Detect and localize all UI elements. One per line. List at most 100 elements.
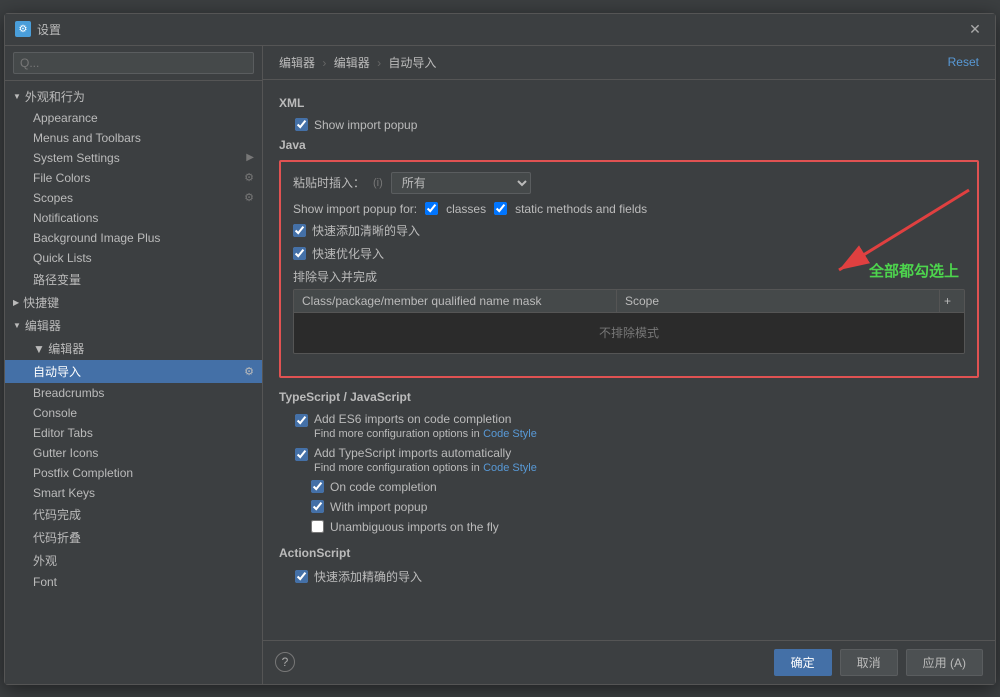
table-empty-text: 不排除模式 [599,324,659,341]
sidebar-item-code-completion[interactable]: 代码完成 [5,503,262,526]
section-label: 快捷键 [23,294,59,311]
java-section: 粘贴时插入： (i) 所有 部分 无 Show import popup for… [279,160,979,378]
import-popup-label: Show import popup for: [293,202,417,216]
sidebar-item-path-vars[interactable]: 路径变量 [5,268,262,291]
sidebar-item-console[interactable]: Console [5,403,262,423]
cancel-button[interactable]: 取消 [840,649,898,676]
sidebar-item-appearance[interactable]: Appearance [5,108,262,128]
ts-section-header: TypeScript / JavaScript [279,390,979,404]
gear-icon: ⚙ [244,191,254,204]
sidebar-item-breadcrumbs[interactable]: Breadcrumbs [5,383,262,403]
as-row: 快速添加精确的导入 [279,568,979,585]
static-methods-checkbox[interactable] [494,202,507,215]
settings-window: ⚙ 设置 ✕ ▼ 外观和行为 Appearance Menus and Tool… [4,13,996,685]
as-section-header: ActionScript [279,546,979,560]
sidebar-item-quick-lists[interactable]: Quick Lists [5,248,262,268]
apply-button[interactable]: 应用 (A) [906,649,983,676]
sidebar-item-notifications[interactable]: Notifications [5,208,262,228]
on-code-completion-label: On code completion [330,480,437,494]
es6-checkbox[interactable] [295,414,308,427]
ts-sublabel: Find more configuration options in Code … [314,460,537,474]
show-import-popup-checkbox[interactable] [295,118,308,131]
sidebar-section-shortcuts[interactable]: ▶ 快捷键 [5,291,262,314]
quick-add-checkbox[interactable] [293,224,306,237]
static-methods-label: static methods and fields [515,202,647,216]
main-content: ▼ 外观和行为 Appearance Menus and Toolbars Sy… [5,46,995,684]
paste-insert-info: (i) [373,177,383,189]
expand-arrow: ▶ [246,152,254,163]
java-section-wrapper: 粘贴时插入： (i) 所有 部分 无 Show import popup for… [279,160,979,378]
show-import-popup-row: Show import popup [279,118,979,132]
es6-import-row: Add ES6 imports on code completion Find … [279,412,979,440]
es6-sublabel: Find more configuration options in Code … [314,426,537,440]
sidebar-section-appearance-behavior[interactable]: ▼ 外观和行为 [5,85,262,108]
as-label: 快速添加精确的导入 [314,568,422,585]
sidebar-item-postfix-completion[interactable]: Postfix Completion [5,463,262,483]
classes-label: classes [446,202,486,216]
sidebar-item-gutter-icons[interactable]: Gutter Icons [5,443,262,463]
gear-icon: ⚙ [244,171,254,184]
sidebar-item-system-settings[interactable]: System Settings ▶ [5,148,262,168]
sidebar-item-file-colors[interactable]: File Colors ⚙ [5,168,262,188]
sidebar-item-code-folding[interactable]: 代码折叠 [5,526,262,549]
quick-add-label: 快速添加清晰的导入 [312,222,420,239]
sidebar-item-background-image[interactable]: Background Image Plus [5,228,262,248]
sidebar-item-editor-sub[interactable]: ▼ 编辑器 [5,337,262,360]
import-popup-row: Show import popup for: classes static me… [293,202,965,216]
sidebar-item-appearance-sub[interactable]: 外观 [5,549,262,572]
add-row-button[interactable]: + [940,290,964,312]
ts-section: Add ES6 imports on code completion Find … [279,412,979,534]
nav-tree: ▼ 外观和行为 Appearance Menus and Toolbars Sy… [5,81,262,684]
ts-checkbox[interactable] [295,448,308,461]
quick-optimize-checkbox[interactable] [293,247,306,260]
sidebar-item-scopes[interactable]: Scopes ⚙ [5,188,262,208]
app-icon: ⚙ [15,21,31,37]
paste-insert-row: 粘贴时插入： (i) 所有 部分 无 [293,172,965,194]
sidebar-item-smart-keys[interactable]: Smart Keys [5,483,262,503]
with-import-popup-label: With import popup [330,500,427,514]
section-label: 编辑器 [25,317,61,334]
ts-label-block: Add TypeScript imports automatically Fin… [314,446,537,474]
sidebar-item-menus-toolbars[interactable]: Menus and Toolbars [5,128,262,148]
es6-code-style-link[interactable]: Code Style [483,428,537,440]
ts-sub-section: On code completion With import popup Una… [279,480,979,534]
gear-icon: ⚙ [244,365,254,378]
paste-insert-select[interactable]: 所有 部分 无 [391,172,531,194]
table-header: Class/package/member qualified name mask… [294,290,964,313]
on-code-completion-row: On code completion [311,480,979,494]
sidebar: ▼ 外观和行为 Appearance Menus and Toolbars Sy… [5,46,263,684]
ok-button[interactable]: 确定 [774,649,832,676]
table-body: 不排除模式 [294,313,964,353]
classes-checkbox[interactable] [425,202,438,215]
xml-section-header: XML [279,96,979,110]
unambiguous-checkbox[interactable] [311,520,324,533]
table-col1: Class/package/member qualified name mask [294,290,617,312]
ts-code-style-link[interactable]: Code Style [483,462,537,474]
breadcrumb: 编辑器 › 编辑器 › 自动导入 [279,54,436,71]
ts-import-row: Add TypeScript imports automatically Fin… [279,446,979,474]
help-button[interactable]: ? [275,652,295,672]
with-import-popup-checkbox[interactable] [311,500,324,513]
sidebar-section-editor[interactable]: ▼ 编辑器 [5,314,262,337]
section-label: 外观和行为 [25,88,85,105]
show-import-popup-label: Show import popup [314,118,417,132]
reset-button[interactable]: Reset [948,55,979,69]
search-box [5,46,262,81]
ts-label: Add TypeScript imports automatically [314,446,537,460]
as-checkbox[interactable] [295,570,308,583]
with-import-popup-row: With import popup [311,500,979,514]
sidebar-item-editor-tabs[interactable]: Editor Tabs [5,423,262,443]
quick-add-row: 快速添加清晰的导入 [293,222,965,239]
close-button[interactable]: ✕ [965,19,985,39]
expand-triangle: ▼ [13,321,21,330]
sidebar-item-font[interactable]: Font [5,572,262,592]
expand-triangle: ▶ [13,298,19,307]
on-code-completion-checkbox[interactable] [311,480,324,493]
unambiguous-label: Unambiguous imports on the fly [330,520,499,534]
settings-content: XML Show import popup Java 粘贴时插入： (i) [263,80,995,640]
search-input[interactable] [13,52,254,74]
sidebar-item-auto-import[interactable]: 自动导入 ⚙ [5,360,262,383]
quick-optimize-row: 快速优化导入 [293,245,965,262]
breadcrumb-bar: 编辑器 › 编辑器 › 自动导入 Reset [263,46,995,80]
title-bar: ⚙ 设置 ✕ [5,14,995,46]
